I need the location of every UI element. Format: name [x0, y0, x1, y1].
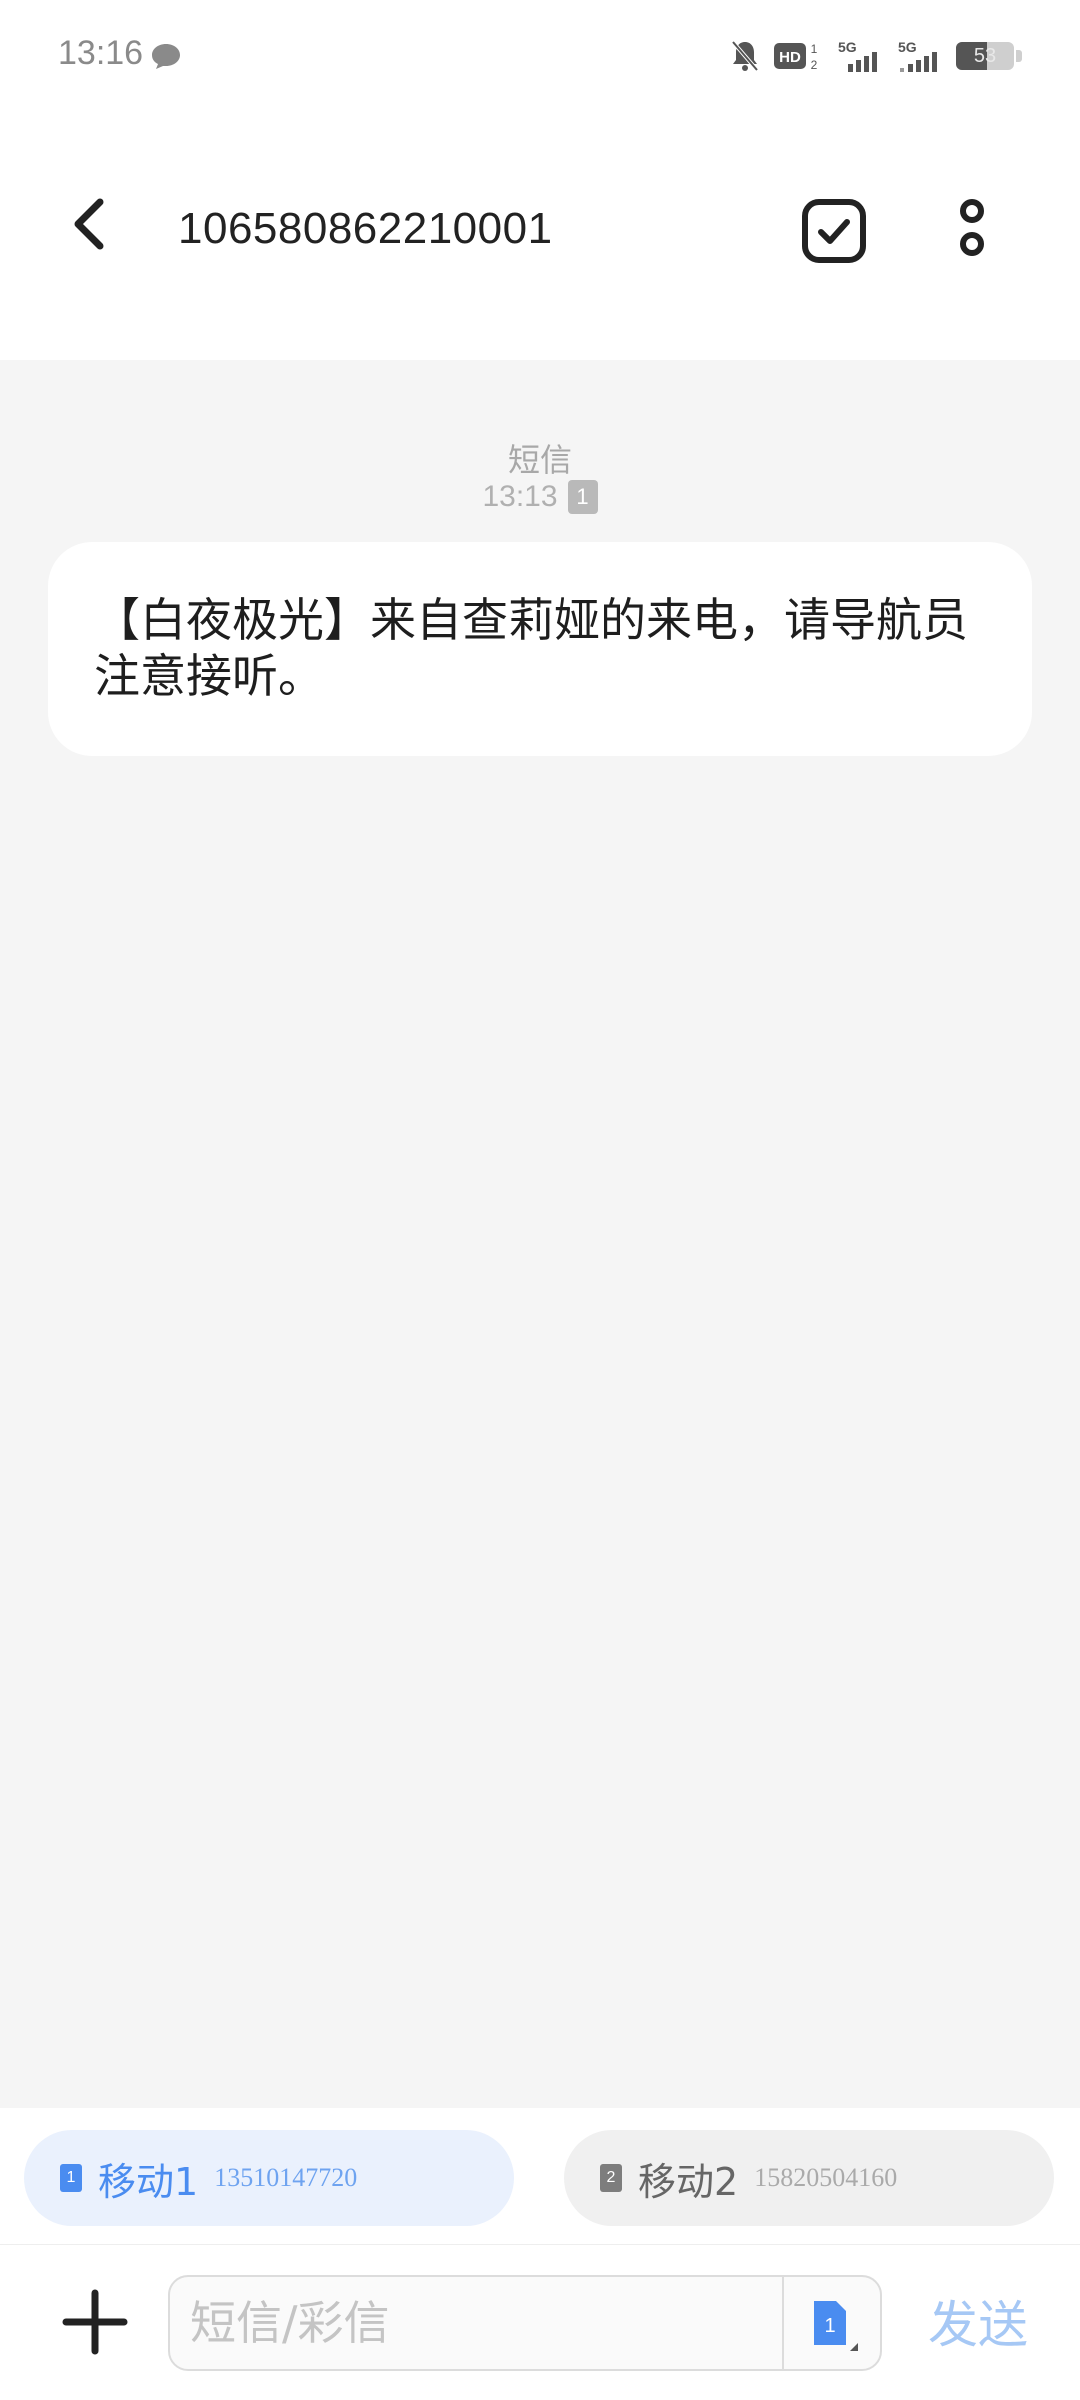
- more-options-button[interactable]: [944, 197, 1000, 265]
- hd-label: HD: [779, 49, 801, 66]
- sim-selector: 1 移动1 13510147720 2 移动2 15820504160: [0, 2108, 1080, 2244]
- battery-percent: 53: [973, 45, 997, 67]
- sim-number: 15820504160: [754, 2163, 898, 2192]
- sim-card-icon: 1: [60, 2164, 82, 2192]
- conversation-header: 106580862210001: [0, 112, 1080, 360]
- svg-text:1: 1: [811, 42, 818, 56]
- sim-name: 移动2: [638, 2159, 739, 2204]
- message-time-row: 13:13 1: [0, 480, 1080, 514]
- sim-option-2[interactable]: 2 移动2 15820504160: [564, 2130, 1054, 2226]
- battery-icon: 53: [956, 42, 1014, 70]
- net1-label: 5G: [838, 39, 857, 55]
- composer: 1 发送: [0, 2244, 1080, 2400]
- sim-name: 移动1: [98, 2159, 199, 2204]
- message-list[interactable]: 短信 13:13 1 【白夜极光】来自查莉娅的来电，请导航员注意接听。: [0, 360, 1080, 2108]
- select-messages-button[interactable]: [800, 197, 868, 265]
- attach-button[interactable]: [62, 2289, 128, 2355]
- plus-icon: [62, 2289, 128, 2355]
- input-divider: [782, 2277, 784, 2369]
- conversation-title: 106580862210001: [178, 204, 553, 253]
- sim-number: 13510147720: [214, 2163, 358, 2192]
- status-bar: 13:16 HD 1 2 5G 5G 53: [0, 0, 1080, 112]
- message-type-label: 短信: [507, 441, 572, 479]
- status-time: 13:16: [58, 34, 144, 72]
- message-icon: [152, 44, 180, 69]
- status-icons: HD 1 2 5G 5G 53: [730, 36, 1022, 76]
- sim-card-icon: 1: [814, 2301, 858, 2351]
- signal-5g-1-icon: 5G: [838, 39, 877, 72]
- more-icon: [960, 199, 984, 256]
- sim-switch-button[interactable]: 1: [800, 2295, 860, 2355]
- bell-muted-icon: [731, 40, 759, 72]
- sim-badge-icon: 1: [567, 480, 598, 514]
- select-check-icon: [802, 199, 866, 263]
- sim-switch-badge: 1: [824, 2315, 835, 2337]
- back-icon: [74, 198, 104, 250]
- message-input-box: 1: [168, 2275, 882, 2371]
- net2-label: 5G: [898, 39, 917, 55]
- sim-option-1[interactable]: 1 移动1 13510147720: [24, 2130, 514, 2226]
- sim-card-icon: 2: [600, 2164, 622, 2192]
- message-text: 【白夜极光】来自查莉娅的来电，请导航员注意接听。: [94, 593, 968, 703]
- send-button[interactable]: 发送: [928, 2285, 1028, 2357]
- battery-tip: [1016, 50, 1022, 62]
- message-meta: 短信 13:13 1: [0, 440, 1080, 514]
- hd-icon: HD 1 2: [774, 42, 818, 72]
- svg-text:2: 2: [811, 58, 818, 72]
- message-time: 13:13: [482, 480, 558, 513]
- message-input[interactable]: [190, 2277, 760, 2369]
- back-button[interactable]: [56, 192, 120, 256]
- signal-5g-2-icon: 5G: [898, 39, 937, 72]
- message-bubble[interactable]: 【白夜极光】来自查莉娅的来电，请导航员注意接听。: [48, 542, 1032, 756]
